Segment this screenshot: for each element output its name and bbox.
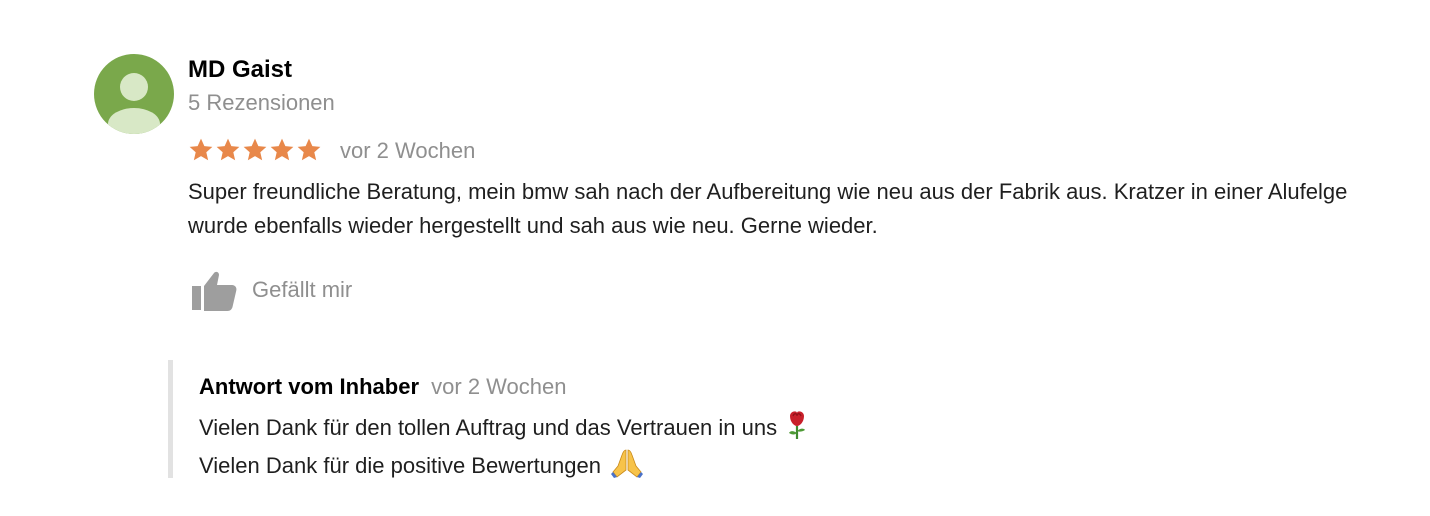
avatar[interactable] (94, 54, 174, 134)
review-date: vor 2 Wochen (340, 138, 476, 163)
reply-text: Vielen Dank für die positive Bewertungen (199, 453, 601, 478)
star-icon (189, 138, 213, 161)
reply-text: Vielen Dank für den tollen Auftrag und d… (199, 415, 778, 440)
default-user-avatar-icon (94, 54, 174, 134)
reviewer-name[interactable]: MD Gaist (188, 56, 292, 84)
star-icon (297, 138, 321, 161)
star-rating (188, 137, 322, 165)
folded-hands-emoji-icon (609, 448, 645, 484)
reply-text-line: Vielen Dank für die positive Bewertungen (199, 448, 645, 484)
like-button[interactable]: Gefällt mir (190, 268, 352, 312)
star-icon (270, 138, 294, 161)
reply-date: vor 2 Wochen (431, 374, 567, 399)
review-text: Super freundliche Beratung, mein bmw sah… (188, 179, 1348, 238)
reply-header: Antwort vom Inhaber vor 2 Wochen (199, 374, 566, 400)
star-icon (216, 138, 240, 161)
review-count[interactable]: 5 Rezensionen (188, 90, 335, 116)
owner-reply: Antwort vom Inhaber vor 2 Wochen Vielen … (168, 360, 1073, 478)
reply-author: Antwort vom Inhaber (199, 374, 420, 399)
star-icon (243, 138, 267, 161)
reply-text-line: Vielen Dank für den tollen Auftrag und d… (199, 410, 809, 446)
rose-emoji-icon (785, 410, 809, 446)
like-label: Gefällt mir (252, 277, 353, 302)
thumbs-up-icon (192, 271, 237, 311)
